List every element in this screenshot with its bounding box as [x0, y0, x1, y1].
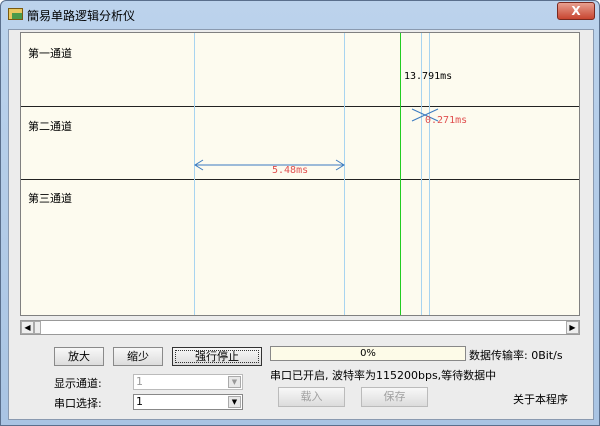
about-link[interactable]: 关于本程序 — [513, 391, 568, 407]
window-title: 簡易单路逻辑分析仪 — [27, 9, 136, 23]
port-select[interactable]: 1 ▼ — [133, 394, 243, 410]
delta-measurement: 0.271ms — [425, 115, 468, 126]
close-button[interactable]: X — [557, 2, 595, 20]
load-button[interactable]: 载入 — [278, 387, 345, 407]
progress-bar: 0% — [270, 346, 466, 361]
chevron-down-icon: ▼ — [228, 376, 241, 388]
scroll-thumb[interactable] — [34, 321, 41, 334]
zoom-out-button[interactable]: 缩少 — [113, 347, 163, 366]
port-label: 串口选择: — [54, 397, 102, 410]
span-measurement: 5.48ms — [272, 165, 309, 176]
channel-select-value: 1 — [136, 375, 143, 388]
scroll-left-icon[interactable]: ◀ — [21, 321, 34, 334]
scroll-right-icon[interactable]: ▶ — [566, 321, 579, 334]
horizontal-scrollbar[interactable]: ◀ ▶ — [20, 320, 580, 335]
channel-label: 显示通道: — [54, 377, 102, 390]
force-stop-button[interactable]: 强行停止 — [172, 347, 262, 366]
chevron-down-icon: ▼ — [228, 396, 241, 408]
transfer-rate: 数据传输率: 0Bit/s — [469, 349, 563, 362]
port-select-value: 1 — [136, 395, 143, 408]
save-button[interactable]: 保存 — [361, 387, 428, 407]
app-icon — [8, 8, 23, 20]
channel-select[interactable]: 1 ▼ — [133, 374, 243, 390]
zoom-in-button[interactable]: 放大 — [54, 347, 104, 366]
waveform-plot[interactable]: 第一通道 第二通道 第三通道 13.791ms 5.48ms 0.271ms — [20, 32, 580, 316]
status-text: 串口已开启, 波特率为115200bps,等待数据中 — [270, 369, 497, 382]
